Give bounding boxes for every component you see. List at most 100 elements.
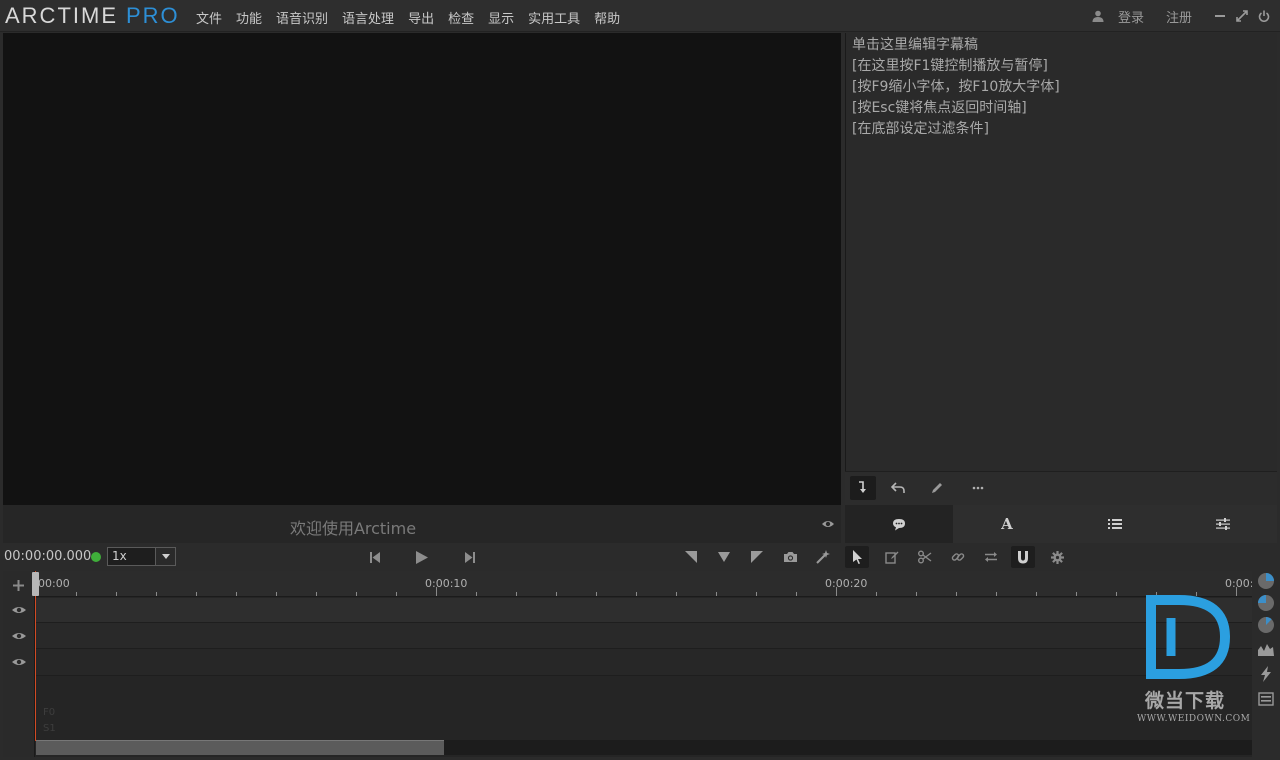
play-icon: [416, 550, 428, 564]
timeline[interactable]: 00:00 0:00:10 0:00:20 0:00: F0 S1: [3, 571, 1252, 757]
link-tool-button[interactable]: [949, 548, 967, 566]
ruler-tick: [1116, 592, 1117, 596]
ruler-tick: [116, 592, 117, 596]
lightning-icon[interactable]: [1257, 665, 1275, 683]
track-3-eye-icon[interactable]: [11, 656, 27, 668]
timeline-scrollbar[interactable]: [36, 740, 444, 755]
track-2-eye-icon[interactable]: [11, 630, 27, 642]
login-link[interactable]: 登录: [1118, 7, 1144, 26]
edit-button[interactable]: [924, 476, 950, 500]
pan-knob-icon[interactable]: [1257, 594, 1275, 612]
ruler-tick: [916, 592, 917, 596]
snap-tool-button[interactable]: [1011, 546, 1035, 568]
ruler-tick: [1036, 592, 1037, 596]
speech-bubble-icon: [893, 518, 905, 530]
hint-line: [按Esc键将焦点返回时间轴]: [852, 100, 1027, 116]
list-icon: [1108, 519, 1122, 529]
chevron-down-icon[interactable]: [155, 548, 175, 565]
magic-wand-icon: [816, 550, 830, 564]
camera-icon: [783, 552, 797, 562]
ruler-tick: [196, 592, 197, 596]
mark-in-button[interactable]: [682, 548, 700, 566]
link-icon: [951, 553, 965, 561]
menu-export[interactable]: 导出: [408, 8, 434, 27]
select-tool-button[interactable]: [845, 546, 869, 568]
tab-settings[interactable]: [1169, 505, 1277, 543]
maximize-icon[interactable]: [1236, 10, 1248, 22]
account-area: 登录 注册: [1092, 6, 1280, 26]
play-button[interactable]: [413, 548, 431, 566]
menu-function[interactable]: 功能: [236, 8, 262, 27]
ruler-tick: [676, 592, 677, 596]
cut-tool-button[interactable]: [916, 548, 934, 566]
main-menu: 文件 功能 语音识别 语言处理 导出 检查 显示 实用工具 帮助: [196, 8, 634, 27]
playhead-handle[interactable]: [32, 572, 39, 596]
timecode: 00:00:00.000: [4, 549, 92, 564]
magnet-icon: [1018, 550, 1028, 563]
volume-knob-icon[interactable]: [1257, 572, 1275, 590]
speed-select[interactable]: 1x: [107, 547, 176, 566]
ruler-tick: [796, 592, 797, 596]
track-row[interactable]: [36, 623, 1252, 649]
menu-tools[interactable]: 实用工具: [528, 8, 580, 27]
channel-label: F0: [43, 707, 56, 718]
pencil-icon: [932, 483, 942, 493]
edit-tool-button[interactable]: [883, 548, 901, 566]
watermark-url-text: WWW.WEIDOWN.COM: [1137, 714, 1251, 724]
undo-button[interactable]: [885, 476, 911, 500]
menu-language-processing[interactable]: 语言处理: [342, 8, 394, 27]
magic-button[interactable]: [814, 548, 832, 566]
skip-forward-icon: [465, 551, 475, 563]
tab-font-style[interactable]: A: [953, 505, 1061, 543]
tab-subtitles[interactable]: [845, 505, 953, 543]
swap-tool-button[interactable]: [982, 548, 1000, 566]
ruler-label: 00:00: [38, 577, 70, 590]
speed-knob-icon[interactable]: [1257, 616, 1275, 634]
menu-display[interactable]: 显示: [488, 8, 514, 27]
video-caption-bar: 欢迎使用Arctime: [3, 505, 841, 543]
subtitle-layer-icon[interactable]: [1257, 690, 1275, 708]
menu-speech-recognition[interactable]: 语音识别: [276, 8, 328, 27]
channel-label: S1: [43, 723, 56, 734]
menu-help[interactable]: 帮助: [594, 8, 620, 27]
waveform-icon[interactable]: [1257, 640, 1275, 658]
hint-line: [在这里按F1键控制播放与暂停]: [852, 58, 1048, 74]
subtitle-editor[interactable]: 单击这里编辑字幕稿 [在这里按F1键控制播放与暂停] [按F9缩小字体，按F10…: [845, 33, 1277, 471]
ruler-label: 0:00:20: [825, 577, 868, 590]
timeline-settings-button[interactable]: [1048, 548, 1066, 566]
track-1-eye-icon[interactable]: [11, 604, 27, 616]
more-button[interactable]: [965, 476, 991, 500]
ruler-tick: [76, 592, 77, 596]
snapshot-button[interactable]: [781, 548, 799, 566]
register-link[interactable]: 注册: [1166, 7, 1192, 26]
track-row[interactable]: [36, 598, 1252, 623]
insert-button[interactable]: [850, 476, 876, 500]
add-track-icon[interactable]: [13, 580, 24, 591]
video-preview[interactable]: [3, 33, 841, 505]
ruler-tick: [476, 592, 477, 596]
mark-point-button[interactable]: [715, 548, 733, 566]
track-row[interactable]: [36, 649, 1252, 676]
ruler-tick: [556, 592, 557, 596]
menu-check[interactable]: 检查: [448, 8, 474, 27]
tab-list[interactable]: [1061, 505, 1169, 543]
mark-out-button[interactable]: [748, 548, 766, 566]
mark-down-icon: [718, 552, 730, 562]
time-ruler[interactable]: 00:00 0:00:10 0:00:20 0:00:: [36, 571, 1252, 597]
eye-icon[interactable]: [821, 517, 835, 531]
playhead[interactable]: [35, 571, 36, 741]
menu-file[interactable]: 文件: [196, 8, 222, 27]
ruler-tick: [236, 592, 237, 596]
hint-line: [按F9缩小字体，按F10放大字体]: [852, 79, 1060, 95]
ruler-tick: [316, 592, 317, 596]
next-button[interactable]: [461, 548, 479, 566]
power-icon[interactable]: [1258, 10, 1270, 22]
cursor-icon: [852, 550, 862, 564]
ruler-tick: [756, 592, 757, 596]
skip-back-icon: [370, 551, 380, 563]
prev-button[interactable]: [366, 548, 384, 566]
speed-value: 1x: [112, 549, 127, 563]
ruler-tick: [396, 592, 397, 596]
minimize-icon[interactable]: [1214, 10, 1226, 22]
ruler-tick: [436, 587, 437, 596]
